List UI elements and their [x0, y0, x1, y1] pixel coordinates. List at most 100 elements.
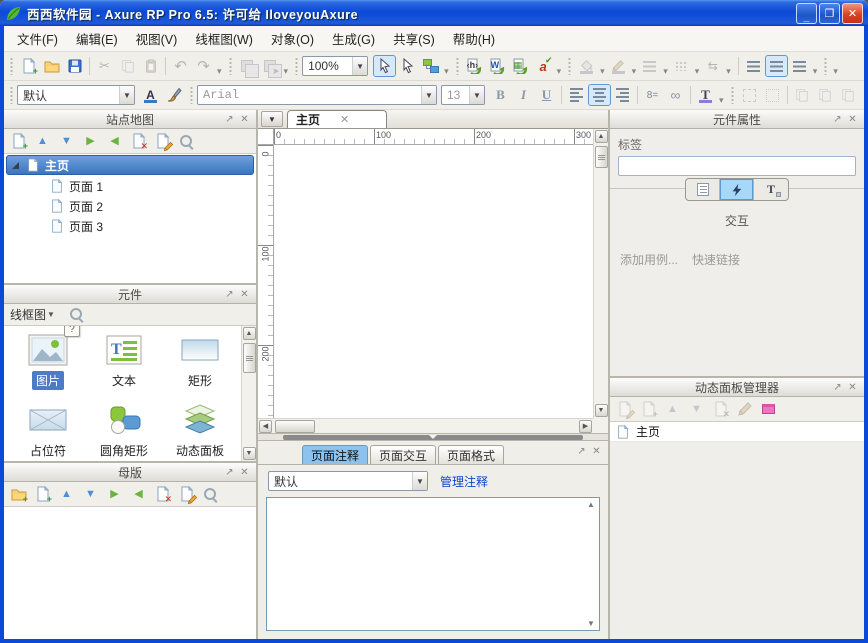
connector-mode-icon[interactable] [419, 55, 442, 77]
rename-master-icon[interactable] [175, 483, 198, 505]
close-tab-icon[interactable]: ✕ [340, 113, 349, 126]
rename-panel-icon[interactable] [733, 398, 756, 420]
widgets-scrollbar[interactable]: ▲ ▼ [241, 326, 256, 461]
tree-item-page3[interactable]: 页面 3 [4, 216, 256, 236]
panel-state-icon[interactable] [757, 398, 780, 420]
align-left-icon[interactable] [565, 84, 588, 106]
expander-icon[interactable] [12, 162, 19, 169]
toolbar-grip[interactable] [10, 86, 13, 104]
tree-item-page1[interactable]: 页面 1 [4, 176, 256, 196]
add-folder-icon[interactable]: + [7, 483, 30, 505]
line-style-icon[interactable] [670, 55, 693, 77]
close-button[interactable]: ✕ [842, 3, 863, 24]
arrow-style-icon[interactable]: ⇆ [701, 55, 724, 77]
edit-panel-icon[interactable] [613, 398, 636, 420]
align-text-middle-icon[interactable] [765, 55, 788, 77]
scroll-up-icon[interactable]: ▲ [243, 327, 256, 340]
font-style-icon[interactable]: A [139, 84, 162, 106]
widget-library-select[interactable]: 线框图 [10, 306, 46, 323]
dropdown-arrow-icon[interactable]: ▾ [726, 66, 731, 80]
generate-html-icon[interactable]: ‹h› [463, 55, 486, 77]
dropdown-arrow-icon[interactable]: ▾ [719, 95, 724, 109]
panel-manager-item-home[interactable]: 主页 [610, 422, 864, 442]
note-scrollbar[interactable]: ▲ ▼ [583, 498, 599, 630]
widget-item-text[interactable]: T 文本 [86, 334, 162, 390]
toolbar-overflow-icon[interactable]: ▾ [444, 66, 449, 80]
delete-master-icon[interactable]: ✕ [151, 483, 174, 505]
toolbar-grip[interactable] [824, 57, 827, 75]
close-panel-icon[interactable]: ✕ [845, 380, 860, 394]
scroll-thumb[interactable] [243, 343, 256, 373]
horizontal-splitter[interactable] [258, 433, 608, 441]
delete-page-icon[interactable]: ✕ [127, 130, 150, 152]
move-up-icon[interactable]: ▲ [55, 483, 78, 505]
outdent-icon[interactable]: ◀ [103, 130, 126, 152]
underline-icon[interactable]: U [535, 84, 558, 106]
format-painter-icon[interactable] [162, 84, 185, 106]
canvas-horizontal-scrollbar[interactable]: ◀ ▶ [258, 418, 593, 433]
bring-forward-icon[interactable] [837, 84, 860, 106]
widget-item-placeholder[interactable]: 占位符 [10, 404, 86, 460]
toolbar-grip[interactable] [10, 57, 13, 75]
dropdown-arrow-icon[interactable]: ▾ [632, 66, 637, 80]
manage-notes-link[interactable]: 管理注释 [440, 473, 488, 490]
outdent-icon[interactable]: ◀ [127, 483, 150, 505]
formatting-tab-icon[interactable]: T [754, 179, 788, 200]
insert-link-icon[interactable]: ∞ [664, 84, 687, 106]
popout-icon[interactable]: ↗ [574, 444, 589, 458]
move-down-icon[interactable]: ▼ [685, 398, 708, 420]
popout-icon[interactable]: ↗ [222, 112, 237, 126]
new-file-icon[interactable]: + [17, 55, 40, 77]
tab-page-interactions[interactable]: 页面交互 [370, 445, 436, 464]
copy-format-icon[interactable] [236, 55, 259, 77]
menu-file[interactable]: 文件(F) [8, 25, 67, 52]
menu-help[interactable]: 帮助(H) [444, 25, 504, 52]
tab-page-formatting[interactable]: 页面格式 [438, 445, 504, 464]
close-panel-icon[interactable]: ✕ [237, 287, 252, 301]
close-panel-icon[interactable]: ✕ [845, 112, 860, 126]
align-right-icon[interactable] [611, 84, 634, 106]
interactions-tab-icon[interactable] [720, 179, 754, 200]
font-size-select[interactable]: 13 ▼ [441, 85, 485, 105]
move-down-icon[interactable]: ▼ [79, 483, 102, 505]
dropdown-arrow-icon[interactable]: ▼ [469, 86, 484, 104]
scroll-left-icon[interactable]: ◀ [259, 420, 272, 433]
generate-prototype-icon[interactable]: ▦ [509, 55, 532, 77]
toolbar-grip[interactable] [295, 57, 298, 75]
popout-icon[interactable]: ↗ [222, 465, 237, 479]
move-down-icon[interactable]: ▼ [55, 130, 78, 152]
scroll-down-icon[interactable]: ▼ [587, 619, 595, 628]
menu-share[interactable]: 共享(S) [384, 25, 444, 52]
menu-view[interactable]: 视图(V) [127, 25, 187, 52]
scroll-thumb[interactable] [595, 146, 608, 168]
line-width-icon[interactable] [638, 55, 661, 77]
design-canvas[interactable] [274, 145, 593, 418]
widget-label-input[interactable] [618, 156, 856, 176]
font-select[interactable]: Arial ▼ [197, 85, 437, 105]
page-tab-home[interactable]: 主页 ✕ [287, 110, 387, 128]
paste-icon[interactable] [139, 55, 162, 77]
align-center-icon[interactable] [588, 84, 611, 106]
dropdown-arrow-icon[interactable]: ▼ [412, 472, 427, 490]
toolbar-overflow-icon[interactable]: ▾ [284, 66, 289, 80]
toolbar-grip[interactable] [568, 57, 571, 75]
apply-format-icon[interactable]: ➤ [259, 55, 282, 77]
minimize-button[interactable]: _ [796, 3, 817, 24]
toolbar-overflow-icon[interactable]: ▾ [557, 66, 562, 80]
popout-icon[interactable]: ↗ [830, 380, 845, 394]
select-mode-icon[interactable] [373, 55, 396, 77]
widget-item-rounded-rectangle[interactable]: 圆角矩形 [86, 404, 162, 460]
bullet-list-icon[interactable]: 8= [641, 84, 664, 106]
toolbar-overflow-icon[interactable]: ▾ [833, 66, 838, 80]
dropdown-arrow-icon[interactable]: ▾ [600, 66, 605, 80]
fill-color-icon[interactable] [575, 55, 598, 77]
scroll-up-icon[interactable]: ▲ [587, 500, 595, 509]
page-note-textarea[interactable] [267, 498, 599, 630]
tab-page-notes[interactable]: 页面注释 [302, 445, 368, 464]
italic-icon[interactable]: I [512, 84, 535, 106]
search-icon[interactable] [199, 483, 222, 505]
canvas-vertical-scrollbar[interactable]: ▲ ▼ [593, 129, 608, 418]
close-panel-icon[interactable]: ✕ [237, 112, 252, 126]
move-up-icon[interactable]: ▲ [31, 130, 54, 152]
tree-item-home[interactable]: 主页 [6, 155, 254, 175]
